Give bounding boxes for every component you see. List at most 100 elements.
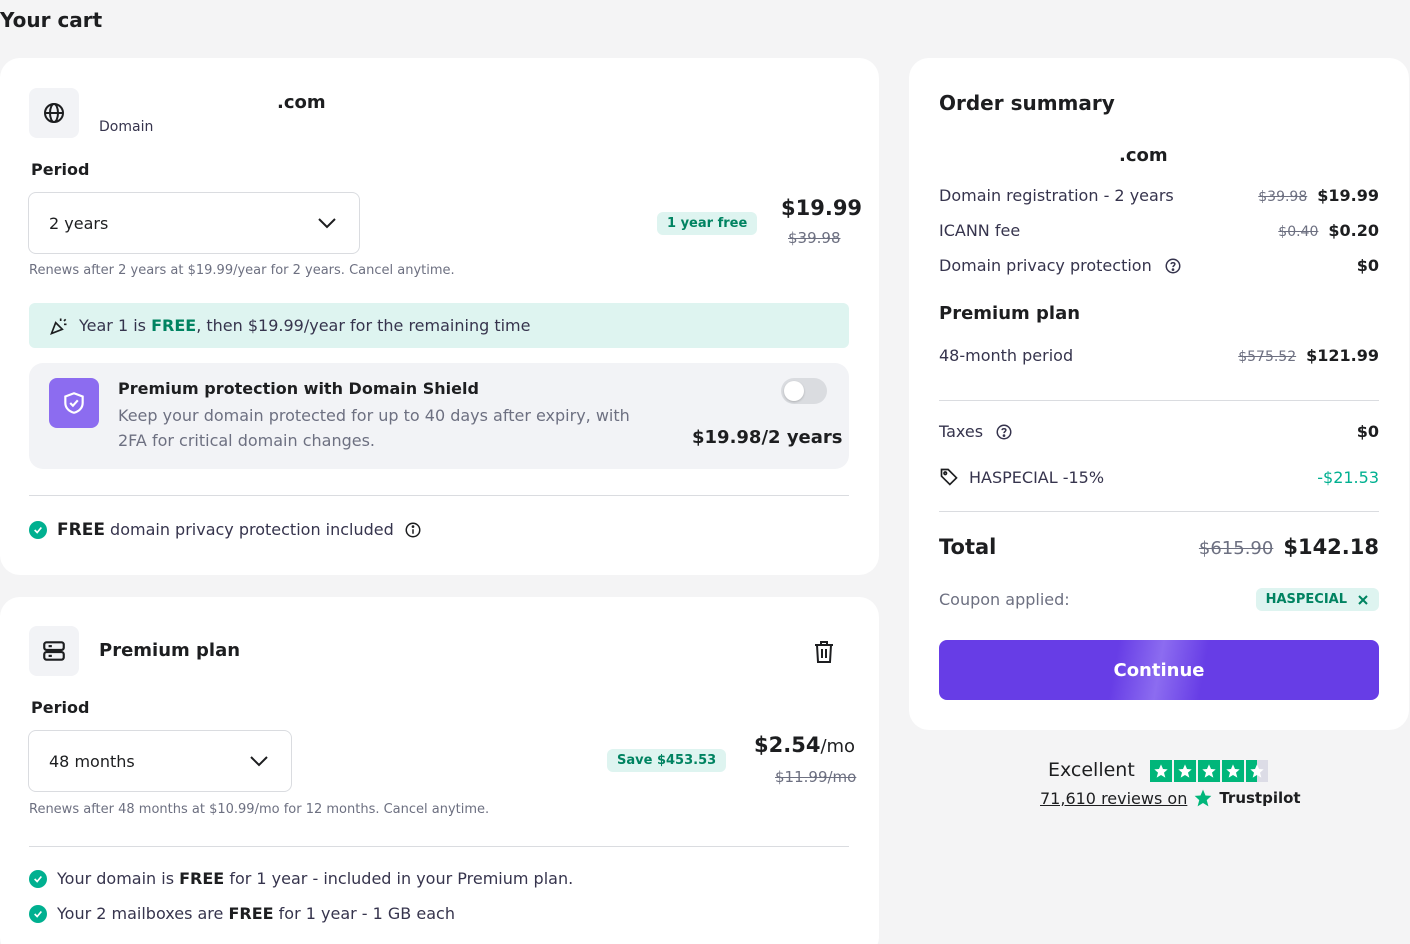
summary-row-label: 48-month period <box>939 346 1074 365</box>
help-icon[interactable] <box>1164 257 1182 275</box>
feature1-prefix: Your domain is <box>57 869 180 888</box>
info-icon[interactable] <box>404 521 422 539</box>
check-circle-icon <box>29 521 47 539</box>
total-new: $142.18 <box>1283 535 1379 559</box>
summary-plan-heading: Premium plan <box>939 303 1081 324</box>
domain-shield-toggle[interactable] <box>781 378 827 404</box>
summary-row-label: Domain registration - 2 years <box>939 186 1174 205</box>
summary-row-old: $0.40 <box>1278 224 1319 240</box>
taxes-label: Taxes <box>939 422 984 441</box>
total-old: $615.90 <box>1198 538 1274 559</box>
banner-suffix: , then $19.99/year for the remaining tim… <box>196 316 531 335</box>
feature1-suffix: for 1 year - included in your Premium pl… <box>224 869 574 888</box>
star-icon <box>1198 760 1220 782</box>
party-icon <box>49 316 69 336</box>
privacy-free: FREE <box>57 520 105 540</box>
trash-icon[interactable] <box>812 639 836 669</box>
order-summary: Order summary .com Domain registration -… <box>909 58 1409 730</box>
plan-period-select[interactable]: 48 months <box>28 730 292 792</box>
domain-cart-item: .com Domain Period 2 years 1 year free $… <box>0 58 879 575</box>
summary-row-new: $0 <box>1356 256 1379 275</box>
page-title: Your cart <box>0 8 103 32</box>
summary-total: Total $615.90 $142.18 <box>939 535 1379 559</box>
plan-price-unit: /mo <box>820 736 856 757</box>
check-circle-icon <box>29 904 47 923</box>
domain-period-value: 2 years <box>49 213 109 233</box>
help-icon[interactable] <box>995 423 1013 441</box>
star-icon <box>1174 760 1196 782</box>
discount-label: HASPECIAL -15% <box>969 467 1105 487</box>
chevron-down-icon <box>318 218 336 229</box>
free-year-badge: 1 year free <box>657 212 758 235</box>
domain-name: .com <box>277 92 326 113</box>
trustpilot-rating-text: Excellent <box>1048 759 1135 781</box>
summary-row-privacy: Domain privacy protection $0 <box>939 256 1379 275</box>
plan-period-label: Period <box>31 698 90 717</box>
trustpilot-stars <box>1150 760 1270 782</box>
summary-row-new: $121.99 <box>1306 346 1379 365</box>
summary-row-new: $0.20 <box>1328 221 1379 240</box>
shield-title: Premium protection with Domain Shield <box>118 379 479 398</box>
plan-old-price: $11.99/mo <box>775 768 857 786</box>
trustpilot-brand: Trustpilot <box>1219 789 1301 807</box>
star-half-icon <box>1246 760 1268 782</box>
shield-desc-line1: Keep your domain protected for up to 40 … <box>118 406 630 425</box>
discount-value: -$21.53 <box>1317 467 1379 487</box>
plan-name: Premium plan <box>99 640 241 661</box>
plan-cart-item: Premium plan Period 48 months Save $453.… <box>0 597 879 944</box>
shield-icon <box>49 378 99 428</box>
star-icon <box>1222 760 1244 782</box>
divider <box>939 400 1379 401</box>
free-year-banner: Year 1 is FREE , then $19.99/year for th… <box>29 303 849 348</box>
trustpilot-star-icon <box>1193 788 1213 808</box>
tag-icon <box>939 467 959 487</box>
privacy-text: domain privacy protection included <box>110 520 394 539</box>
feature2-prefix: Your 2 mailboxes are <box>57 904 229 923</box>
domain-shield-upsell: Premium protection with Domain Shield Ke… <box>29 363 849 469</box>
summary-row-old: $39.98 <box>1258 189 1308 205</box>
banner-prefix: Year 1 is <box>79 316 152 335</box>
coupon-code: HASPECIAL <box>1265 592 1347 607</box>
globe-icon <box>29 88 79 138</box>
trustpilot-reviews-link[interactable]: 71,610 reviews on Trustpilot <box>1040 788 1301 808</box>
plan-price-amount: $2.54 <box>754 733 821 757</box>
banner-free: FREE <box>151 316 197 335</box>
domain-type-label: Domain <box>99 119 154 135</box>
summary-row-taxes: Taxes $0 <box>939 422 1379 441</box>
coupon-chip: HASPECIAL <box>1255 588 1379 611</box>
domain-old-price: $39.98 <box>788 229 841 247</box>
domain-period-select[interactable]: 2 years <box>28 192 360 254</box>
reviews-count: 71,610 reviews on <box>1040 788 1188 808</box>
total-label: Total <box>939 535 997 559</box>
plan-period-value: 48 months <box>49 751 135 771</box>
divider <box>29 495 849 496</box>
period-label: Period <box>31 160 90 179</box>
plan-renew-note: Renews after 48 months at $10.99/mo for … <box>29 802 490 817</box>
summary-row-domain-registration: Domain registration - 2 years $39.98 $19.… <box>939 186 1379 205</box>
privacy-included: FREE domain privacy protection included <box>29 520 422 540</box>
summary-row-label: ICANN fee <box>939 221 1021 240</box>
check-circle-icon <box>29 869 47 888</box>
summary-title: Order summary <box>939 91 1115 115</box>
continue-button[interactable]: Continue <box>939 640 1379 700</box>
savings-badge: Save $453.53 <box>607 749 727 772</box>
summary-row-old: $575.52 <box>1238 349 1297 365</box>
shield-price: $19.98/2 years <box>692 427 843 448</box>
star-icon <box>1150 760 1172 782</box>
shield-desc-line2: 2FA for critical domain changes. <box>118 431 376 450</box>
summary-domain-name: .com <box>1119 145 1168 166</box>
domain-renew-note: Renews after 2 years at $19.99/year for … <box>29 263 455 278</box>
coupon-row: Coupon applied: HASPECIAL <box>939 588 1379 611</box>
summary-row-icann-fee: ICANN fee $0.40 $0.20 <box>939 221 1379 240</box>
plan-price: $2.54/mo <box>754 733 855 757</box>
summary-row-new: $19.99 <box>1317 186 1379 205</box>
close-icon[interactable] <box>1357 594 1369 606</box>
domain-price: $19.99 <box>781 196 863 220</box>
summary-row-discount: HASPECIAL -15% -$21.53 <box>939 467 1379 487</box>
chevron-down-icon <box>250 756 268 767</box>
summary-row-plan-period: 48-month period $575.52 $121.99 <box>939 346 1379 365</box>
divider <box>29 846 849 847</box>
feature2-bold: FREE <box>228 904 274 923</box>
feature2-suffix: for 1 year - 1 GB each <box>273 904 455 923</box>
divider <box>939 511 1379 512</box>
